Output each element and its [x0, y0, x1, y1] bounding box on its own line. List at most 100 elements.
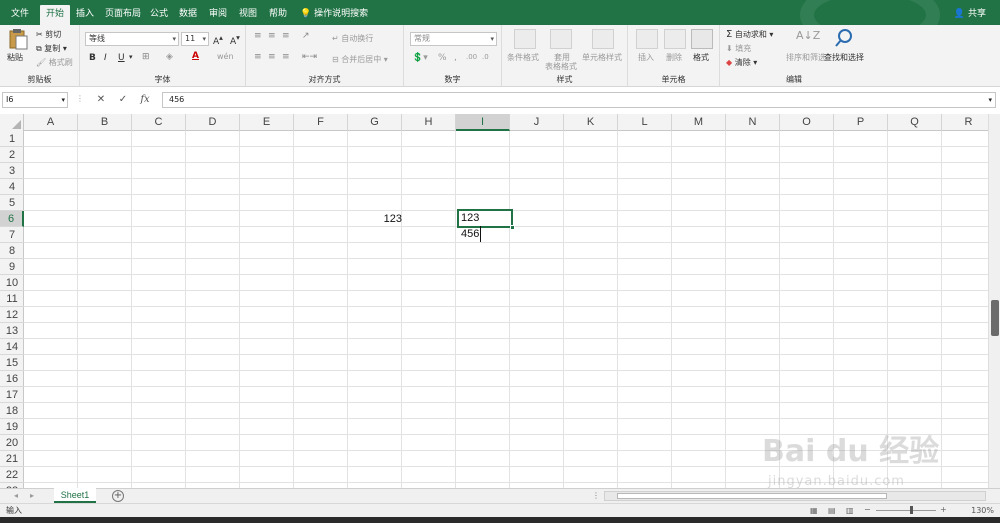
row-header-4[interactable]: 4 [0, 179, 24, 195]
tab-page-layout[interactable]: 页面布局 [99, 5, 147, 25]
zoom-out-icon[interactable]: − [864, 505, 871, 514]
row-header-14[interactable]: 14 [0, 339, 24, 355]
row-header-11[interactable]: 11 [0, 291, 24, 307]
chevron-down-icon[interactable]: ▾ [129, 53, 133, 61]
currency-icon[interactable]: 💲▾ [412, 53, 428, 63]
column-header-h[interactable]: H [402, 114, 456, 131]
cancel-icon[interactable]: ✕ [90, 92, 112, 108]
tell-me-search[interactable]: 💡 操作说明搜索 [300, 5, 368, 24]
row-header-22[interactable]: 22 [0, 467, 24, 483]
row-header-17[interactable]: 17 [0, 387, 24, 403]
row-header-10[interactable]: 10 [0, 275, 24, 291]
underline-button[interactable]: U [118, 53, 125, 63]
column-header-g[interactable]: G [348, 114, 402, 131]
font-size-dropdown[interactable]: 11 ▾ [181, 32, 209, 46]
zoom-slider-thumb[interactable] [910, 506, 913, 514]
sheet-tab-sheet1[interactable]: Sheet1 [54, 488, 96, 503]
format-cells-button[interactable]: 格式 [693, 52, 709, 63]
cell-styles-button[interactable]: 单元格样式 [582, 52, 622, 63]
align-middle-icon[interactable]: ≡ [268, 31, 276, 41]
share-button[interactable]: 👤 共享 [954, 5, 986, 24]
add-sheet-icon[interactable]: + [112, 490, 124, 502]
cell-area[interactable]: 123 123 456 [24, 131, 988, 488]
bold-button[interactable]: B [89, 53, 96, 63]
column-header-i[interactable]: I [456, 114, 510, 131]
row-header-6[interactable]: 6 [0, 211, 24, 227]
cut-button[interactable]: ✂ 剪切 [36, 29, 61, 40]
zoom-level[interactable]: 130% [971, 504, 994, 517]
fill-color-icon[interactable]: ◈ [166, 52, 173, 62]
paste-button[interactable]: 粘贴 [6, 28, 30, 62]
font-name-dropdown[interactable]: 等线 ▾ [85, 32, 179, 46]
row-header-2[interactable]: 2 [0, 147, 24, 163]
table-format-line2[interactable]: 表格格式 [545, 61, 577, 72]
tab-split-icon[interactable]: ⋮ [592, 489, 600, 503]
page-layout-view-icon[interactable]: ▤ [828, 506, 836, 515]
select-all-button[interactable] [0, 114, 24, 131]
increase-font-icon[interactable]: A▴ [213, 33, 223, 47]
column-header-d[interactable]: D [186, 114, 240, 131]
row-header-1[interactable]: 1 [0, 131, 24, 147]
row-header-16[interactable]: 16 [0, 371, 24, 387]
number-format-dropdown[interactable]: 常规 ▾ [410, 32, 497, 46]
horizontal-scroll-thumb[interactable] [617, 493, 887, 499]
formula-input[interactable]: 456 ▾ [162, 92, 996, 108]
zoom-slider[interactable] [876, 510, 936, 511]
zoom-in-icon[interactable]: + [940, 505, 947, 514]
column-header-p[interactable]: P [834, 114, 888, 131]
row-header-12[interactable]: 12 [0, 307, 24, 323]
format-painter-button[interactable]: 🖌 格式刷 [36, 57, 73, 68]
enter-icon[interactable]: ✓ [112, 92, 134, 108]
row-header-18[interactable]: 18 [0, 403, 24, 419]
conditional-format-button[interactable]: 条件格式 [507, 52, 539, 63]
align-right-icon[interactable]: ≡ [282, 52, 290, 62]
column-header-f[interactable]: F [294, 114, 348, 131]
tab-file[interactable]: 文件 [5, 5, 35, 25]
tab-data[interactable]: 数据 [173, 5, 203, 25]
tab-review[interactable]: 审阅 [203, 5, 233, 25]
page-break-view-icon[interactable]: ▥ [846, 506, 854, 515]
decrease-decimal-icon[interactable]: .0 [482, 53, 489, 61]
indent-icon[interactable]: ⇤⇥ [302, 52, 317, 62]
column-header-n[interactable]: N [726, 114, 780, 131]
column-header-l[interactable]: L [618, 114, 672, 131]
prev-sheet-icon[interactable]: ◂ [14, 489, 18, 503]
column-header-b[interactable]: B [78, 114, 132, 131]
italic-button[interactable]: I [104, 53, 107, 63]
row-header-9[interactable]: 9 [0, 259, 24, 275]
column-header-k[interactable]: K [564, 114, 618, 131]
column-header-q[interactable]: Q [888, 114, 942, 131]
align-left-icon[interactable]: ≡ [254, 52, 262, 62]
column-header-r[interactable]: R [942, 114, 988, 131]
border-icon[interactable]: ⊞ [142, 52, 150, 62]
row-header-21[interactable]: 21 [0, 451, 24, 467]
row-header-20[interactable]: 20 [0, 435, 24, 451]
decrease-font-icon[interactable]: A▾ [230, 33, 240, 47]
autosum-button[interactable]: Σ 自动求和 ▾ [726, 29, 773, 40]
worksheet-grid[interactable]: ABCDEFGHIJKLMNOPQR 1 2 3 4 5 6 7 8 9 10 11 12 13 14 15… [0, 114, 988, 488]
fill-button[interactable]: ⬇ 填充 [726, 43, 751, 54]
row-header-3[interactable]: 3 [0, 163, 24, 179]
copy-button[interactable]: ⧉ 复制 ▾ [36, 43, 67, 54]
next-sheet-icon[interactable]: ▸ [30, 489, 34, 503]
cell-G6[interactable]: 123 [355, 211, 405, 227]
align-bottom-icon[interactable]: ≡ [282, 31, 290, 41]
vertical-scroll-thumb[interactable] [991, 300, 999, 336]
column-header-c[interactable]: C [132, 114, 186, 131]
delete-cells-button[interactable]: 删除 [666, 52, 682, 63]
percent-icon[interactable]: % [438, 53, 447, 63]
insert-function-icon[interactable]: fx [134, 92, 156, 108]
column-header-e[interactable]: E [240, 114, 294, 131]
tab-view[interactable]: 视图 [233, 5, 263, 25]
normal-view-icon[interactable]: ▦ [810, 506, 818, 515]
font-color-icon[interactable]: A [192, 51, 199, 61]
tab-insert[interactable]: 插入 [70, 5, 100, 25]
horizontal-scrollbar[interactable] [604, 491, 986, 501]
comma-icon[interactable]: , [454, 53, 457, 63]
increase-decimal-icon[interactable]: .00 [466, 53, 477, 61]
name-box[interactable]: I6 ▾ [2, 92, 68, 108]
insert-cells-button[interactable]: 插入 [638, 52, 654, 63]
column-header-j[interactable]: J [510, 114, 564, 131]
fill-handle[interactable] [510, 225, 515, 230]
row-header-15[interactable]: 15 [0, 355, 24, 371]
